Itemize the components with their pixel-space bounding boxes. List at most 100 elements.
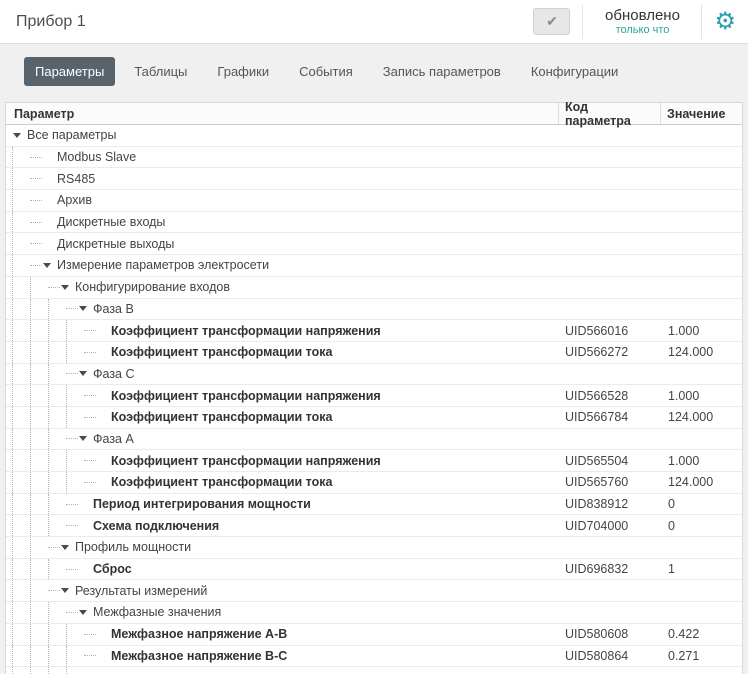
column-header-parameter[interactable]: Параметр [6,103,558,124]
tree-guide-line [66,320,84,341]
tab-parameters[interactable]: Параметры [24,57,115,86]
param-value [660,233,742,254]
table-row[interactable]: Схема подключенияUID7040000 [6,515,742,537]
table-row[interactable]: Дискретные выходы [6,233,742,255]
table-row[interactable]: Modbus Slave [6,147,742,169]
param-cell: Межфазное напряжение B-C [6,646,558,667]
column-header-value[interactable]: Значение [660,103,742,124]
tree-guide-line [66,624,84,645]
param-cell: Сброс [6,559,558,580]
param-value[interactable]: 124.000 [660,407,742,428]
tree-guide-line [12,233,30,254]
tab-parameter-recording[interactable]: Запись параметров [372,57,512,86]
tree-guide-line [66,385,84,406]
table-row[interactable] [6,667,742,674]
row-label: Коэффициент трансформации тока [111,410,332,424]
param-code [558,125,660,146]
expander-icon[interactable] [61,588,69,593]
param-code: UID566784 [558,407,660,428]
param-cell: Профиль мощности [6,537,558,558]
tree-guide-line [48,667,66,674]
table-row[interactable]: Измерение параметров электросети [6,255,742,277]
table-row[interactable]: Коэффициент трансформации токаUID5657601… [6,472,742,494]
tree-guide-line [66,472,84,493]
param-value[interactable]: 1.000 [660,385,742,406]
param-value[interactable]: 1.000 [660,320,742,341]
param-cell: Modbus Slave [6,147,558,168]
table-row[interactable]: RS485 [6,168,742,190]
table-row[interactable]: Коэффициент трансформации токаUID5662721… [6,342,742,364]
param-value[interactable]: 1.000 [660,450,742,471]
tree-guide-line [30,277,48,298]
expander-icon[interactable] [79,306,87,311]
table-row[interactable]: СбросUID6968321 [6,559,742,581]
tab-graphs[interactable]: Графики [206,57,280,86]
row-label: Коэффициент трансформации напряжения [111,389,381,403]
param-code: UID580608 [558,624,660,645]
row-label: Фаза A [93,432,134,446]
param-value [660,277,742,298]
table-row[interactable]: Коэффициент трансформации напряженияUID5… [6,320,742,342]
expander-icon[interactable] [61,285,69,290]
table-row[interactable]: Профиль мощности [6,537,742,559]
expander-icon[interactable] [79,610,87,615]
tab-configurations[interactable]: Конфигурации [520,57,629,86]
param-cell: Межфазное напряжение A-B [6,624,558,645]
column-header-code[interactable]: Код параметра [558,103,660,124]
table-row[interactable]: Коэффициент трансформации напряженияUID5… [6,450,742,472]
param-value[interactable]: 124.000 [660,472,742,493]
param-value [660,299,742,320]
table-row[interactable]: Конфигурирование входов [6,277,742,299]
param-value [660,580,742,601]
expander-icon[interactable] [79,371,87,376]
tree-connector-line [30,200,42,201]
tab-events[interactable]: События [288,57,364,86]
tree-guide-line [30,559,48,580]
table-row[interactable]: Фаза B [6,299,742,321]
param-value[interactable]: 124.000 [660,342,742,363]
param-cell: RS485 [6,168,558,189]
tab-tables[interactable]: Таблицы [123,57,198,86]
table-row[interactable]: Период интегрирования мощностиUID8389120 [6,494,742,516]
tree-guide-line [48,385,66,406]
param-value [660,602,742,623]
gear-icon[interactable]: ⚙ [714,10,736,34]
row-label: Дискретные выходы [57,237,174,251]
row-label: Межфазные значения [93,605,221,619]
expander-icon[interactable] [61,545,69,550]
table-row[interactable]: Фаза A [6,429,742,451]
param-value[interactable]: 0 [660,494,742,515]
tree-guide-line [12,190,30,211]
table-row[interactable]: Все параметры [6,125,742,147]
tree-guide-line [48,320,66,341]
tree-guide-line [12,646,30,667]
expander-icon[interactable] [43,263,51,268]
table-row[interactable]: Межфазное напряжение B-CUID5808640.271 [6,646,742,668]
row-label: Дискретные входы [57,215,165,229]
table-row[interactable]: Коэффициент трансформации тока UID5667841… [6,407,742,429]
tree-guide-line [12,255,30,276]
expander-icon[interactable] [13,133,21,138]
table-row[interactable]: Дискретные входы [6,212,742,234]
apply-button[interactable]: ✔ [533,8,570,35]
param-value[interactable]: 0 [660,515,742,536]
param-value [660,147,742,168]
expander-icon[interactable] [79,436,87,441]
param-value[interactable]: 0.422 [660,624,742,645]
tree-connector-line [84,482,96,483]
param-cell: Коэффициент трансформации тока [6,342,558,363]
param-value[interactable]: 1 [660,559,742,580]
table-row[interactable]: Межфазные значения [6,602,742,624]
tree-guide-line [30,472,48,493]
table-row[interactable]: Архив [6,190,742,212]
tree-connector-line [30,178,42,179]
table-row[interactable]: Коэффициент трансформации напряженияUID5… [6,385,742,407]
table-row[interactable]: Результаты измерений [6,580,742,602]
param-value[interactable]: 0.271 [660,646,742,667]
table-row[interactable]: Фаза C [6,364,742,386]
table-row[interactable]: Межфазное напряжение A-BUID5806080.422 [6,624,742,646]
tree-connector-line [66,612,78,613]
row-label: Период интегрирования мощности [93,497,311,511]
tree-guide-line [12,385,30,406]
tree-connector-line [84,352,96,353]
